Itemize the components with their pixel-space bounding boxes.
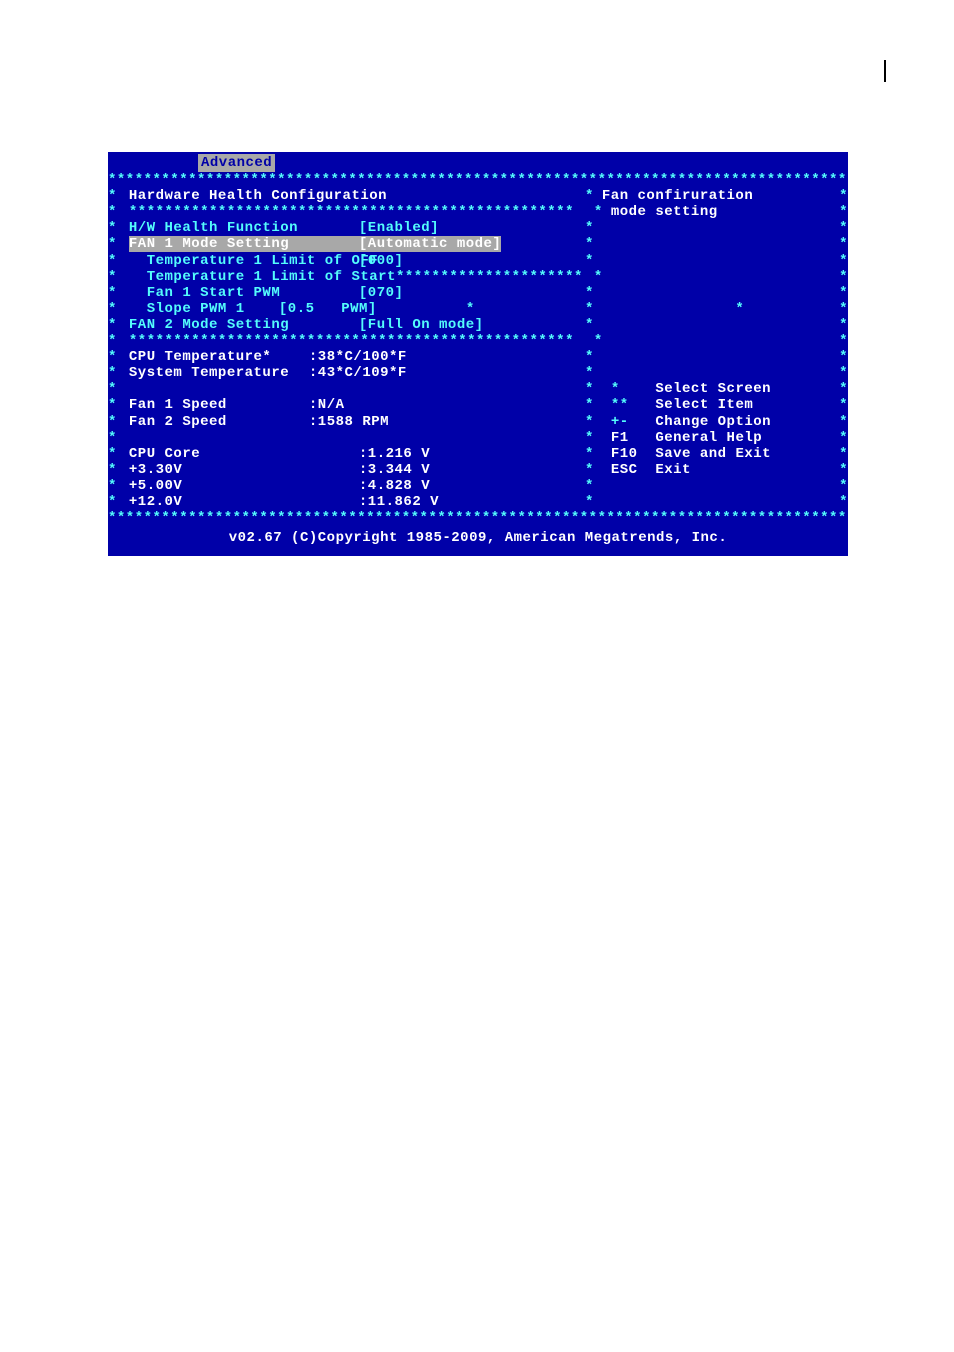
- setting-temp-off[interactable]: * Temperature 1 Limit of OFF[000] * *: [108, 253, 848, 269]
- bios-screen: Advanced *******************************…: [108, 152, 848, 556]
- setting-hw-health[interactable]: * H/W Health Function[Enabled] * *: [108, 220, 848, 236]
- help-line1: Fan confiruration: [594, 188, 836, 204]
- status-v33: * +3.30V:3.344 V * ESC Exit *: [108, 462, 848, 478]
- border-bottom: ****************************************…: [108, 510, 848, 526]
- tab-bar: Advanced: [108, 152, 848, 172]
- status-cpu-core: * CPU Core:1.216 V * F10 Save and Exit *: [108, 446, 848, 462]
- status-cpu-temp: * CPU Temperature*:38*C/100*F * *: [108, 349, 848, 365]
- footer-copyright: v02.67 (C)Copyright 1985-2009, American …: [108, 526, 848, 556]
- border-top: ****************************************…: [108, 172, 848, 188]
- status-fan1-speed: * Fan 1 Speed:N/A * ** Select Item *: [108, 397, 848, 413]
- page-title: Hardware Health Configuration: [120, 188, 585, 204]
- setting-temp-start[interactable]: * Temperature 1 Limit of Start**********…: [108, 269, 848, 285]
- tab-advanced[interactable]: Advanced: [198, 154, 275, 172]
- setting-fan1-mode[interactable]: * FAN 1 Mode Setting[Automatic mode] * *: [108, 236, 848, 252]
- text-cursor: [884, 60, 886, 82]
- setting-fan2-mode[interactable]: * FAN 2 Mode Setting[Full On mode] * *: [108, 317, 848, 333]
- setting-fan1-start-pwm[interactable]: * Fan 1 Start PWM[070] * *: [108, 285, 848, 301]
- setting-slope-pwm[interactable]: * Slope PWM 1[0.5 PWM] * * * *: [108, 301, 848, 317]
- status-sys-temp: * System Temperature:43*C/109*F * *: [108, 365, 848, 381]
- help-line2: mode setting: [603, 204, 836, 220]
- status-v12: * +12.0V:11.862 V * *: [108, 494, 848, 510]
- status-fan2-speed: * Fan 2 Speed:1588 RPM * +- Change Optio…: [108, 414, 848, 430]
- status-v5: * +5.00V:4.828 V * *: [108, 478, 848, 494]
